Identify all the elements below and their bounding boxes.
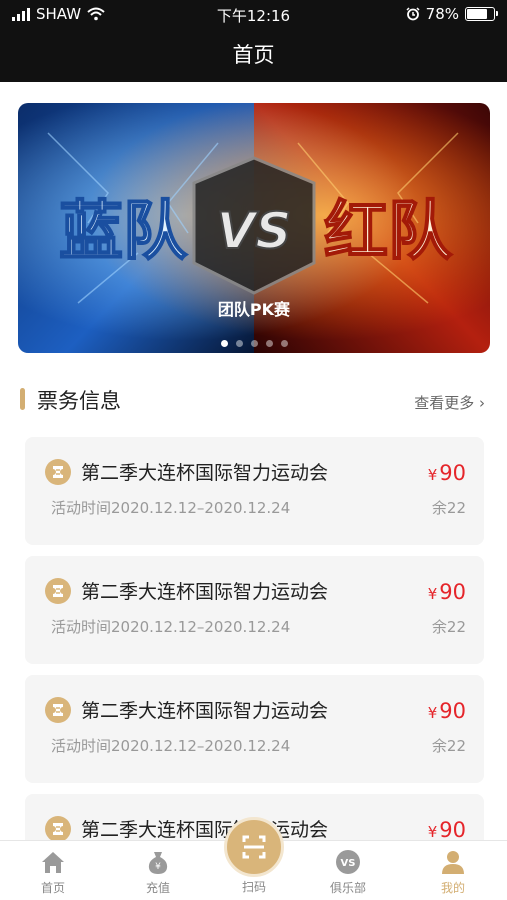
scan-button[interactable] [224,817,284,877]
ticket-time: 活动时间2020.12.12–2020.12.24 [51,737,291,755]
ticket-card[interactable]: 第二季大连杯国际智力运动会 ¥90 活动时间2020.12.12–2020.12… [25,675,484,783]
svg-text:VS: VS [341,858,356,869]
ticket-card[interactable]: 第二季大连杯国际智力运动会 ¥90 活动时间2020.12.12–2020.12… [25,556,484,664]
ticket-remaining: 余22 [431,499,466,517]
ticket-remaining: 余22 [431,618,466,636]
battery-icon [465,7,498,21]
battery-level [467,9,487,19]
ticket-icon [45,816,71,840]
ticket-icon [45,459,71,485]
banner-vs-text: VS [217,202,292,260]
main-content[interactable]: 蓝队 VS 红队 团队PK赛 票务信息 查看更多 › 第二季大连杯国际智力运动会… [0,82,507,840]
svg-text:¥: ¥ [155,862,161,872]
pager-dot[interactable] [280,340,288,347]
view-more-label: 查看更多 [414,394,475,412]
ticket-price: ¥90 [428,818,466,840]
banner-artwork: 蓝队 VS 红队 团队PK赛 [18,103,490,353]
scan-icon [242,835,266,859]
currency-symbol: ¥ [427,704,438,722]
banner-right-text: 红队 [324,195,453,269]
section-accent-bar [20,388,25,410]
tab-label: 充值 [145,881,170,895]
tab-club[interactable]: VS 俱乐部 [308,841,388,900]
ticket-card[interactable]: 第二季大连杯国际智力运动会 ¥90 活动时间2020.12.12–2020.12… [25,437,484,545]
tab-label: 俱乐部 [329,881,366,895]
user-icon [442,851,464,874]
pager-dot[interactable] [235,340,243,347]
section-title: 票务信息 [37,389,121,413]
price-value: 90 [439,580,466,604]
tab-label: 我的 [440,881,465,895]
pager-dot[interactable] [250,340,258,347]
ticket-price: ¥90 [428,699,466,723]
tab-recharge[interactable]: ¥ 充值 [118,841,198,900]
ticket-time: 活动时间2020.12.12–2020.12.24 [51,618,291,636]
chevron-right-icon: › [479,394,485,412]
ticket-price: ¥90 [428,461,466,485]
ticket-price: ¥90 [428,580,466,604]
ticket-remaining: 余22 [431,737,466,755]
tab-mine[interactable]: 我的 [413,841,493,900]
vs-club-icon: VS [336,850,360,874]
ticket-name: 第二季大连杯国际智力运动会 [81,700,329,722]
price-value: 90 [439,818,466,840]
promo-banner[interactable]: 蓝队 VS 红队 团队PK赛 [18,103,490,353]
banner-left-text: 蓝队 [59,195,188,269]
ticket-name: 第二季大连杯国际智力运动会 [81,462,329,484]
currency-symbol: ¥ [427,823,438,840]
status-right: 78% [406,5,498,23]
view-more-link[interactable]: 查看更多 › [414,392,485,413]
banner-pager[interactable] [18,340,490,347]
ticket-name: 第二季大连杯国际智力运动会 [81,819,329,840]
battery-percent: 78% [425,5,459,23]
currency-symbol: ¥ [427,466,438,484]
home-icon [42,852,64,873]
status-bar: SHAW 下午12:16 78% [0,0,507,30]
ticket-time: 活动时间2020.12.12–2020.12.24 [51,499,291,517]
price-value: 90 [439,461,466,485]
tab-home[interactable]: 首页 [13,841,93,900]
price-value: 90 [439,699,466,723]
tab-scan-label[interactable]: 扫码 [224,878,284,895]
ticket-name: 第二季大连杯国际智力运动会 [81,581,329,603]
money-bag-icon: ¥ [148,852,168,874]
banner-subtitle: 团队PK赛 [218,300,291,319]
nav-bar: 首页 [0,30,507,82]
ticket-icon [45,697,71,723]
pager-dot[interactable] [220,340,228,347]
tab-label: 首页 [40,881,65,895]
currency-symbol: ¥ [427,585,438,603]
ticket-icon [45,578,71,604]
pager-dot[interactable] [265,340,273,347]
tickets-section-header: 票务信息 查看更多 › [20,382,487,416]
page-title: 首页 [232,43,275,67]
alarm-icon [406,7,420,21]
